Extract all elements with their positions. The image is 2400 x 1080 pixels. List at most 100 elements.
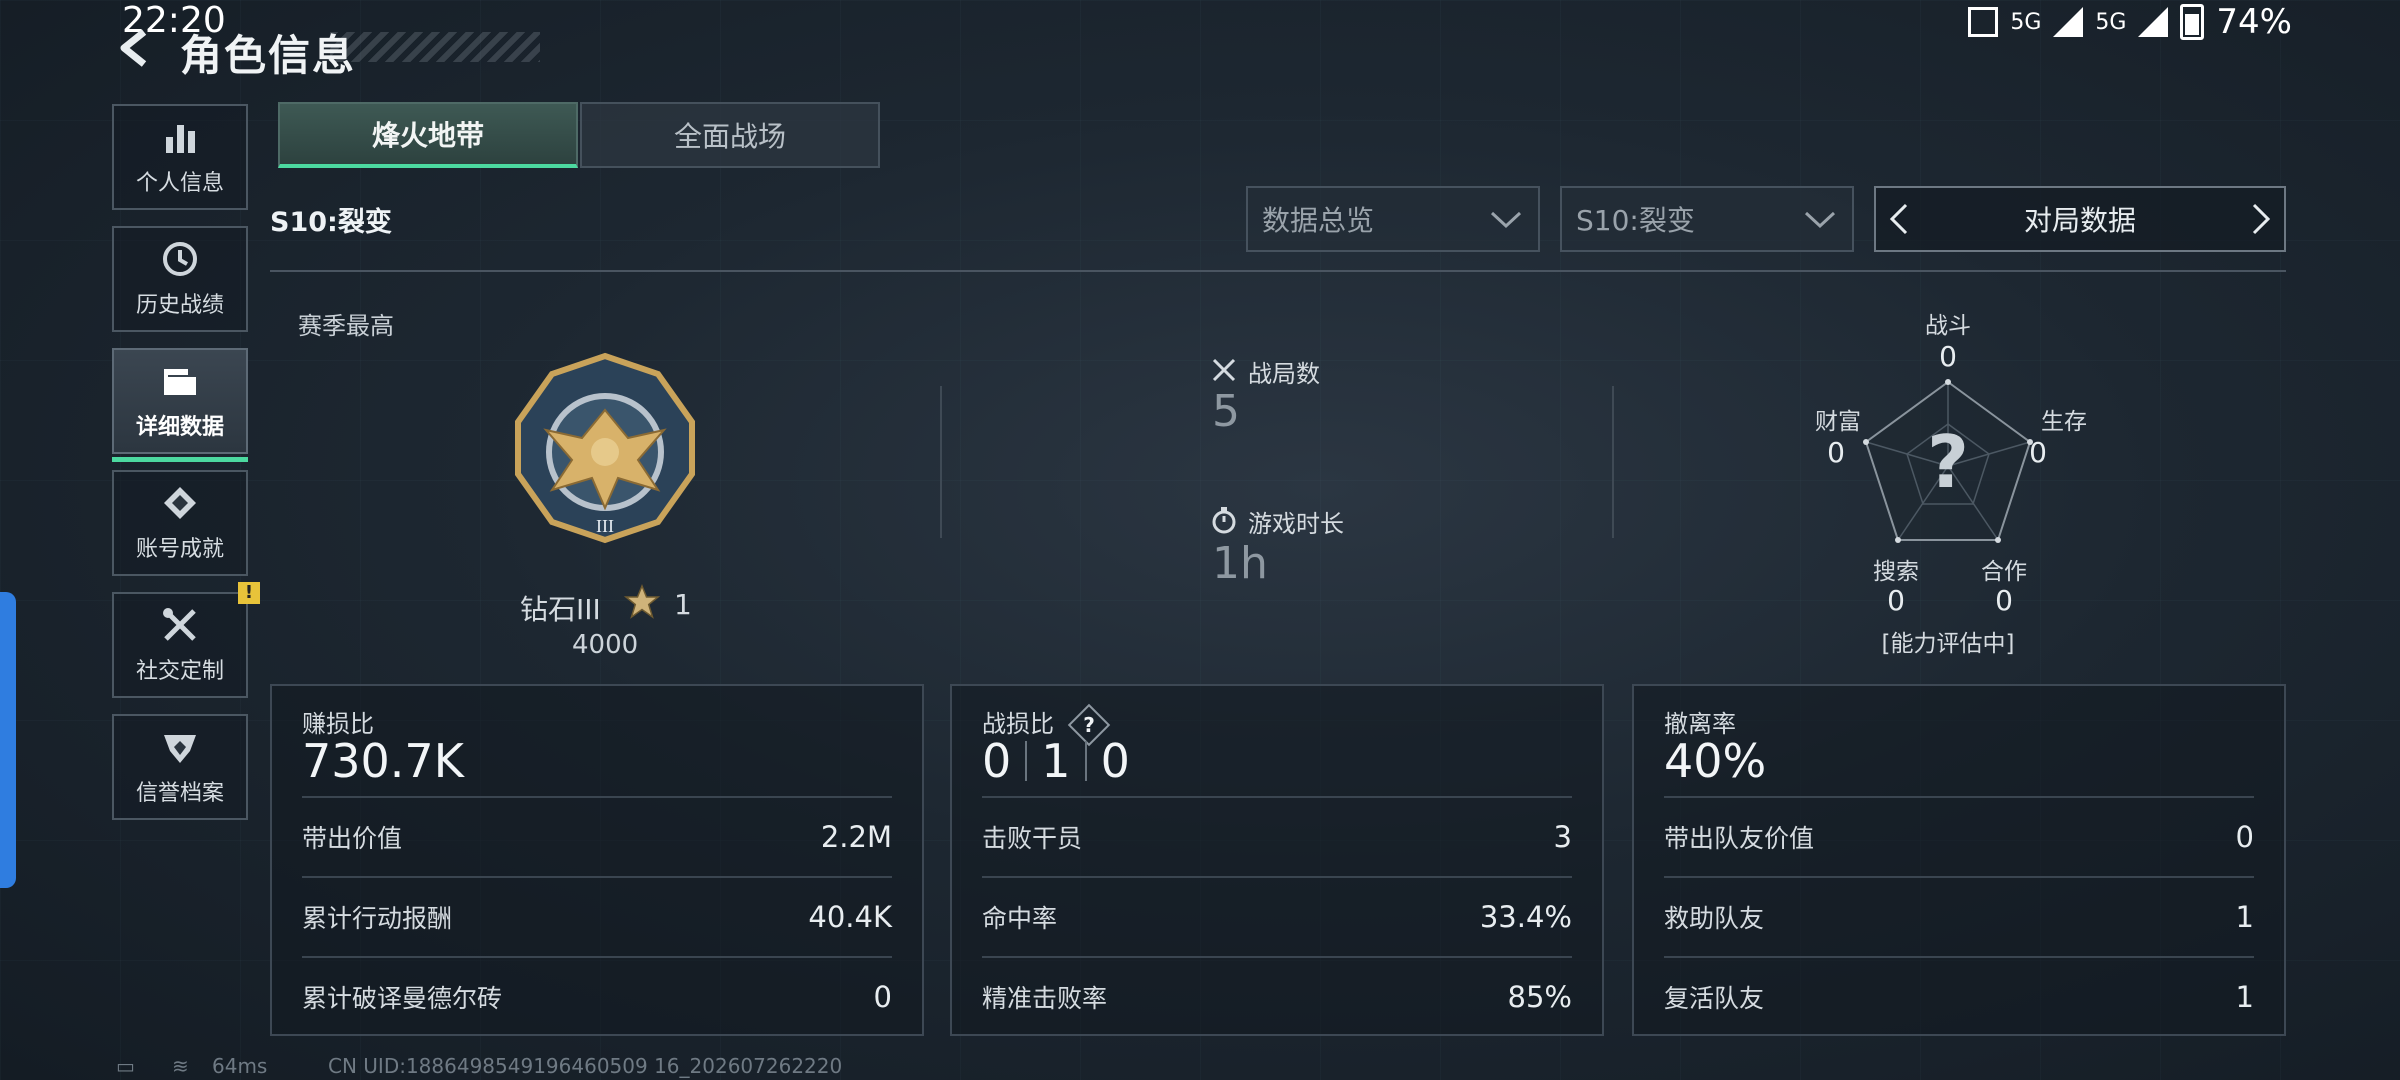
shield-icon	[164, 735, 196, 763]
row-key: 累计行动报酬	[302, 904, 453, 933]
row-key: 命中率	[982, 904, 1058, 933]
crossed-swords-icon	[1212, 358, 1236, 382]
notification-badge: !	[238, 582, 260, 604]
folder-icon	[164, 369, 196, 395]
tab-battlefield[interactable]: 全面战场	[580, 102, 880, 168]
row-key: 复活队友	[1664, 984, 1765, 1013]
list-item: 带出价值 2.2M	[302, 796, 892, 876]
sidebar-item-achievement[interactable]: 账号成就	[112, 470, 248, 576]
radar-combat-label: 战斗	[1925, 313, 1971, 339]
radar-survival-label: 生存	[2041, 409, 2087, 435]
list-item: 救助队友 1	[1664, 876, 2254, 956]
sidebar-item-social[interactable]: 社交定制 !	[112, 582, 260, 698]
list-item: 复活队友 1	[1664, 956, 2254, 1036]
net-label-2: 5G	[2095, 9, 2127, 35]
playtime-label: 游戏时长	[1248, 510, 1344, 538]
status-icons: 5G 5G 74%	[1968, 2, 2292, 42]
sidebar-item-credit[interactable]: 信誉档案	[112, 714, 248, 820]
signal-icon-2	[2138, 7, 2169, 37]
battery-icon	[2180, 4, 2205, 40]
radar-cooperation-value: 0	[1995, 584, 2013, 617]
tools-icon	[163, 608, 196, 641]
sidebar-item-profile[interactable]: 个人信息	[112, 104, 248, 210]
row-value: 85%	[1507, 980, 1572, 1014]
list-item: 带出队友价值 0	[1664, 796, 2254, 876]
season-dropdown-value: S10:裂变	[1576, 204, 1695, 237]
ratio-other: 0	[1100, 734, 1130, 788]
radar-cooperation-label: 合作	[1981, 559, 2027, 585]
ping-value: 64ms	[212, 1054, 268, 1078]
season-dropdown[interactable]: S10:裂变	[1560, 186, 1854, 252]
row-value: 40.4K	[808, 900, 892, 934]
clock-icon	[163, 242, 197, 276]
sidebar-item-label: 详细数据	[135, 415, 224, 440]
wifi-icon: ≋	[172, 1054, 189, 1078]
list-item: 精准击败率 85%	[982, 956, 1572, 1036]
list-item: 累计行动报酬 40.4K	[302, 876, 892, 956]
row-value: 0	[873, 980, 892, 1014]
playtime-value: 1h	[1212, 538, 1268, 589]
uid-text: CN UID:1886498549196460509 16_2026072622…	[328, 1054, 843, 1078]
ratio-separator	[1084, 741, 1087, 781]
data-pager: 对局数据	[1874, 186, 2286, 252]
radar-wealth-value: 0	[1827, 436, 1845, 469]
overview-dropdown[interactable]: 数据总览	[1246, 186, 1540, 252]
chevron-down-icon	[1490, 211, 1522, 229]
sidebar-item-history[interactable]: 历史战绩	[112, 226, 248, 332]
ratio-deaths: 1	[1041, 734, 1071, 788]
list-item: 击败干员 3	[982, 796, 1572, 876]
rank-medal-icon: III	[515, 352, 695, 544]
chevron-left-icon[interactable]	[1884, 199, 1914, 239]
radar-survival-value: 0	[2029, 436, 2047, 469]
svg-text:III: III	[596, 516, 614, 536]
qr-icon	[1968, 7, 1999, 37]
row-value: 33.4%	[1479, 900, 1572, 934]
signal-icon	[2053, 7, 2084, 37]
pager-label: 对局数据	[2023, 204, 2136, 237]
divider	[270, 270, 2286, 272]
battery-percent: 74%	[2216, 2, 2292, 42]
radar-unknown-mark: ?	[1927, 420, 1969, 504]
row-key: 精准击败率	[982, 984, 1108, 1013]
sidebar-item-detail[interactable]: 详细数据	[112, 348, 248, 462]
back-arrow-icon[interactable]	[112, 26, 156, 70]
matches-value: 5	[1212, 386, 1240, 437]
sidebar-item-label: 历史战绩	[135, 293, 224, 318]
profit-panel: 赚损比 730.7K 带出价值 2.2M 累计行动报酬 40.4K 累计破译曼德尔砖…	[270, 684, 924, 1036]
tab-fire-zone[interactable]: 烽火地带	[278, 102, 578, 168]
row-key: 救助队友	[1664, 904, 1765, 933]
profit-value: 730.7K	[302, 734, 464, 788]
net-label-1: 5G	[2010, 9, 2042, 35]
season-best-label: 赛季最高	[298, 312, 394, 340]
row-value: 0	[2235, 820, 2254, 854]
section-divider	[1612, 386, 1614, 538]
matches-label: 战局数	[1248, 360, 1320, 388]
combat-panel: 战损比 ? 0 1 0 击败干员 3 命中率 33.4% 精准击败率 85%	[950, 684, 1604, 1036]
sidebar-item-label: 信誉档案	[135, 781, 224, 806]
radar-combat-value: 0	[1939, 340, 1957, 373]
row-value: 3	[1553, 820, 1572, 854]
ratio-kills: 0	[982, 734, 1012, 788]
edge-handle[interactable]	[0, 592, 16, 888]
rank-stars: 1	[674, 588, 692, 621]
title-decoration	[330, 32, 540, 62]
chevron-down-icon	[1804, 211, 1836, 229]
ratio-separator	[1025, 741, 1028, 781]
sidebar-item-label: 账号成就	[135, 537, 224, 562]
row-value: 1	[2235, 900, 2254, 934]
rank-score: 4000	[572, 630, 639, 660]
sidebar-item-label: 个人信息	[135, 171, 224, 196]
row-key: 击败干员	[982, 824, 1083, 853]
kd-ratio: 0 1 0	[982, 734, 1130, 788]
page-title: 角色信息	[180, 31, 357, 80]
extract-panel: 撤离率 40% 带出队友价值 0 救助队友 1 复活队友 1	[1632, 684, 2286, 1036]
row-value: 1	[2235, 980, 2254, 1014]
battery-small-icon: ▭	[116, 1054, 135, 1078]
row-key: 带出队友价值	[1664, 824, 1815, 853]
sidebar-item-label: 社交定制	[135, 659, 224, 684]
section-divider	[940, 386, 942, 538]
chevron-right-icon[interactable]	[2246, 199, 2276, 239]
bar-chart-icon	[166, 125, 195, 153]
radar-search-label: 搜索	[1873, 559, 1919, 585]
list-item: 命中率 33.4%	[982, 876, 1572, 956]
